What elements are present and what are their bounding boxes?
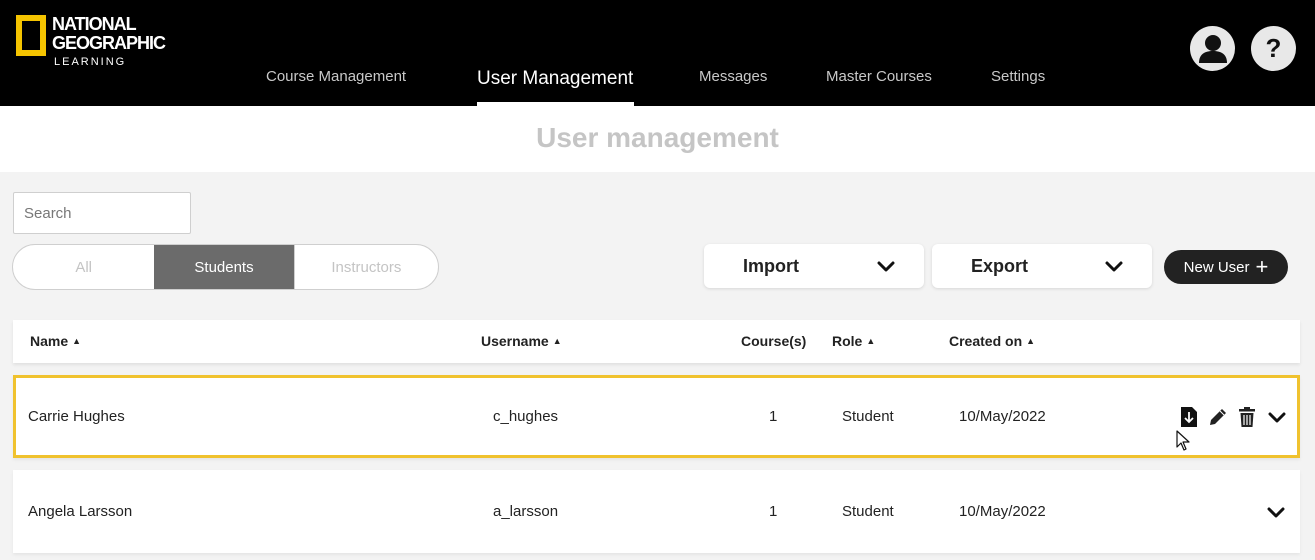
cell-name: Carrie Hughes bbox=[28, 408, 125, 425]
filter-all[interactable]: All bbox=[13, 245, 154, 289]
nav-user-management[interactable]: User Management bbox=[477, 68, 633, 90]
cell-username: a_larsson bbox=[493, 503, 559, 520]
help-icon: ? bbox=[1265, 33, 1282, 63]
nav-settings[interactable]: Settings bbox=[991, 68, 1045, 85]
cell-name: Angela Larsson bbox=[28, 503, 133, 520]
nav-messages[interactable]: Messages bbox=[699, 68, 767, 85]
cell-created-on: 10/May/2022 bbox=[959, 503, 1046, 520]
column-header-name[interactable]: Name ▲ bbox=[30, 333, 81, 349]
logo-yellow-rectangle-icon bbox=[16, 15, 46, 56]
column-header-username-label: Username bbox=[481, 333, 549, 349]
national-geographic-logo[interactable]: NATIONAL GEOGRAPHIC LEARNING bbox=[16, 14, 166, 69]
profile-button[interactable] bbox=[1190, 26, 1235, 71]
new-user-label: New User bbox=[1183, 258, 1250, 276]
table-row[interactable]: Carrie Hughes c_hughes 1 Student 10/May/… bbox=[13, 375, 1300, 458]
chevron-down-icon bbox=[1105, 261, 1123, 272]
column-header-role-label: Role bbox=[832, 333, 863, 349]
edit-icon[interactable] bbox=[1207, 406, 1229, 428]
user-type-filter: All Students Instructors bbox=[12, 244, 439, 290]
export-label: Export bbox=[971, 255, 1029, 276]
sort-asc-icon: ▲ bbox=[1026, 336, 1036, 346]
filter-students[interactable]: Students bbox=[154, 245, 294, 289]
cell-username: c_hughes bbox=[493, 408, 559, 425]
column-header-courses-label: Course(s) bbox=[741, 333, 807, 349]
chevron-down-icon[interactable] bbox=[1265, 501, 1287, 523]
nav-course-management[interactable]: Course Management bbox=[266, 68, 406, 85]
import-dropdown[interactable]: Import bbox=[704, 244, 924, 288]
top-navigation-bar: NATIONAL GEOGRAPHIC LEARNING Course Mana… bbox=[0, 0, 1315, 106]
download-icon[interactable] bbox=[1178, 406, 1200, 428]
column-header-username[interactable]: Username ▲ bbox=[481, 333, 562, 349]
table-row[interactable]: Angela Larsson a_larsson 1 Student 10/Ma… bbox=[13, 470, 1300, 553]
table-header: Name ▲ Username ▲ Course(s) Role ▲ Created … bbox=[13, 320, 1300, 363]
search-input[interactable] bbox=[13, 192, 191, 234]
plus-icon: + bbox=[1255, 254, 1269, 279]
cell-role: Student bbox=[842, 408, 894, 425]
column-header-created-on-label: Created on bbox=[949, 333, 1023, 349]
logo-line-1: NATIONAL bbox=[52, 14, 137, 34]
logo-text: NATIONAL GEOGRAPHIC LEARNING bbox=[52, 14, 166, 69]
sort-asc-icon: ▲ bbox=[72, 336, 82, 346]
cell-courses: 1 bbox=[769, 503, 778, 520]
trash-icon[interactable] bbox=[1236, 406, 1258, 428]
column-header-role[interactable]: Role ▲ bbox=[832, 333, 875, 349]
export-dropdown[interactable]: Export bbox=[932, 244, 1152, 288]
nav-master-courses[interactable]: Master Courses bbox=[826, 68, 932, 85]
filter-instructors[interactable]: Instructors bbox=[293, 245, 438, 289]
cell-courses: 1 bbox=[769, 408, 778, 425]
logo-line-2: GEOGRAPHIC bbox=[52, 33, 166, 53]
chevron-down-icon bbox=[877, 261, 895, 272]
column-header-name-label: Name bbox=[30, 333, 69, 349]
new-user-button[interactable]: New User + bbox=[1164, 250, 1288, 284]
chevron-down-icon[interactable] bbox=[1266, 406, 1288, 428]
column-header-courses: Course(s) bbox=[741, 333, 806, 349]
cell-role: Student bbox=[842, 503, 894, 520]
mouse-cursor-icon bbox=[1176, 430, 1190, 451]
logo-line-3: LEARNING bbox=[54, 56, 127, 68]
user-icon bbox=[1198, 34, 1227, 63]
import-label: Import bbox=[743, 255, 799, 276]
sort-asc-icon: ▲ bbox=[552, 336, 562, 346]
help-button[interactable]: ? bbox=[1251, 26, 1296, 71]
column-header-created-on[interactable]: Created on ▲ bbox=[949, 333, 1035, 349]
page-header: User management bbox=[0, 106, 1315, 172]
sort-asc-icon: ▲ bbox=[866, 336, 876, 346]
cell-created-on: 10/May/2022 bbox=[959, 408, 1046, 425]
page-title: User management bbox=[536, 122, 779, 153]
